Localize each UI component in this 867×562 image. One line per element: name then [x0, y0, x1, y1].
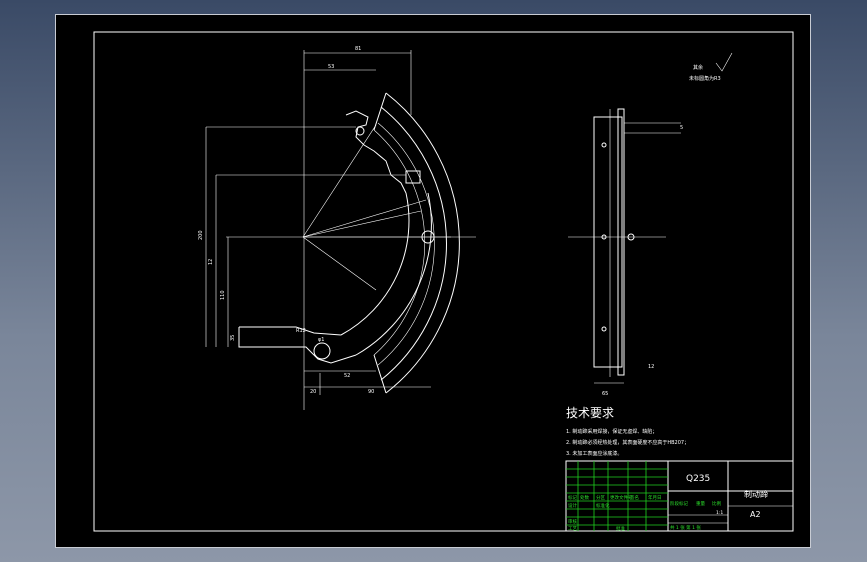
anchor-top — [239, 326, 342, 336]
rim-arc — [373, 129, 425, 356]
svg-text:设计: 设计 — [568, 502, 577, 509]
svg-text:批准: 批准 — [616, 525, 625, 532]
svg-text:年月日: 年月日 — [648, 494, 662, 501]
drawing-number: A2 — [750, 510, 761, 519]
rim-arc-2 — [377, 122, 435, 366]
svg-text:标记: 标记 — [568, 494, 577, 501]
svg-text:其余: 其余 — [693, 64, 703, 71]
sheet-count: 共 1 张 第 1 张 — [670, 524, 701, 531]
pin-hole-bottom — [313, 342, 331, 360]
tech-item-1: 1. 制动蹄采用焊接，保证无虚焊、缺陷； — [566, 428, 657, 435]
spring-lug — [405, 170, 421, 184]
dim-bottom-52: 52 — [344, 373, 350, 379]
web-inner-arc — [340, 192, 410, 336]
dim-side-width: 65 — [602, 391, 608, 397]
dim-top-width: 81 — [355, 46, 361, 52]
svg-text:重量: 重量 — [696, 500, 705, 507]
title-block: 标记 处数 分区 更改文件号 签名 年月日 设计 标准化 审核 工艺 批准 阶段… — [565, 460, 794, 532]
side-rim — [617, 108, 625, 376]
svg-text:分区: 分区 — [596, 494, 605, 501]
lining-outer-arc — [385, 92, 460, 394]
dim-hole-r: R12 — [296, 328, 306, 334]
dim-top-inner: 53 — [328, 64, 334, 70]
dim-height-low: 110 — [220, 290, 226, 300]
svg-text:审核: 审核 — [568, 518, 577, 525]
scale: 1:1 — [716, 510, 723, 516]
svg-text:签名: 签名 — [630, 494, 639, 501]
roughness-note: 其余 未标圆角为R3 — [689, 52, 733, 82]
dim-bottom-20: 20 — [310, 389, 316, 395]
svg-text:阶段标记: 阶段标记 — [670, 500, 688, 507]
svg-text:标准化: 标准化 — [596, 502, 610, 509]
part-name: 制动蹄 — [744, 489, 768, 499]
dim-hole-d: φ1 — [318, 337, 324, 343]
side-view: 5 65 12 — [568, 108, 683, 397]
svg-text:处数: 处数 — [580, 494, 589, 501]
dim-left-small: 35 — [230, 335, 236, 341]
main-view: 81 53 200 12 110 35 52 20 90 R12 φ1 — [198, 46, 476, 410]
dim-height-mid: 12 — [208, 259, 214, 265]
svg-text:未标圆角为R3: 未标圆角为R3 — [689, 75, 721, 82]
drawing-border — [93, 31, 794, 532]
cad-viewport[interactable]: 81 53 200 12 110 35 52 20 90 R12 φ1 5 65… — [55, 14, 811, 548]
dim-side-gap: 12 — [648, 364, 654, 370]
tech-item-2: 2. 制动蹄必须经热处理，其表面硬度不应高于HB207； — [566, 439, 689, 446]
tech-requirements: 技术要求 1. 制动蹄采用焊接，保证无虚焊、缺陷； 2. 制动蹄必须经热处理，其… — [566, 406, 689, 457]
lining-mid-arc — [380, 106, 447, 381]
dim-side-top: 5 — [680, 125, 683, 131]
dim-height-total: 200 — [198, 230, 204, 240]
svg-text:工艺: 工艺 — [568, 526, 577, 532]
dim-bottom-90: 90 — [368, 389, 374, 395]
drawing-sheet: 81 53 200 12 110 35 52 20 90 R12 φ1 5 65… — [93, 31, 794, 532]
tech-item-3: 3. 未加工表面应涂底漆。 — [566, 450, 622, 457]
material: Q235 — [686, 474, 710, 484]
tech-title: 技术要求 — [566, 406, 614, 420]
svg-text:比例: 比例 — [712, 500, 721, 507]
